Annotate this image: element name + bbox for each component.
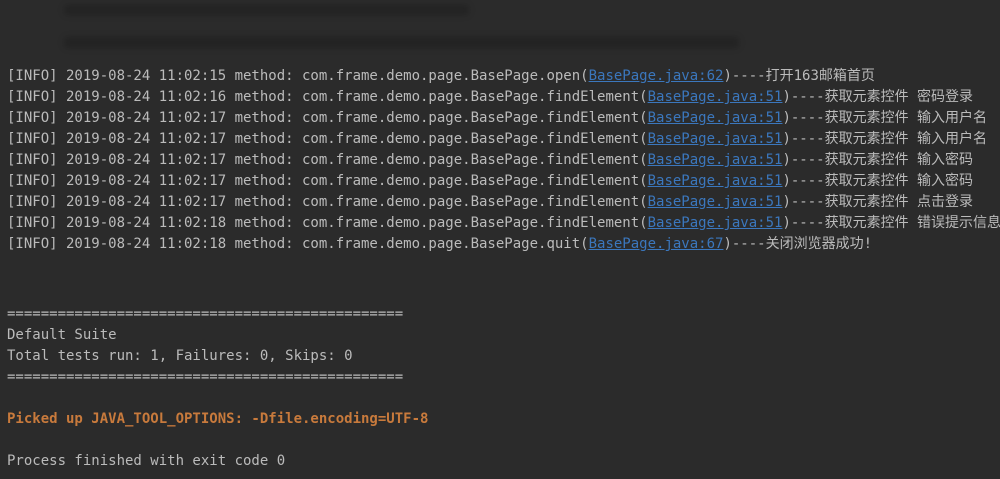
redacted-smudge [64,5,469,15]
log-text: )----获取元素控件 点击登录 [782,194,974,210]
suite-separator-bottom: ========================================… [7,369,404,385]
log-text: [INFO] 2019-08-24 11:02:17 method: com.f… [7,152,648,168]
log-text: )----打开163邮箱首页 [723,68,875,84]
source-link[interactable]: BasePage.java:62 [589,68,724,84]
suite-totals: Total tests run: 1, Failures: 0, Skips: … [7,348,353,364]
log-text: )----获取元素控件 输入用户名 [782,131,988,147]
log-line: [INFO] 2019-08-24 11:02:18 method: com.f… [7,234,1000,255]
log-line: [INFO] 2019-08-24 11:02:17 method: com.f… [7,129,1000,150]
source-link[interactable]: BasePage.java:51 [648,173,783,189]
log-line: [INFO] 2019-08-24 11:02:17 method: com.f… [7,192,1000,213]
suite-name: Default Suite [7,327,117,343]
process-exit-line: Process finished with exit code 0 [7,453,286,469]
source-link[interactable]: BasePage.java:51 [648,131,783,147]
log-text: )----获取元素控件 输入密码 [782,173,974,189]
blank-lines [7,255,1000,304]
log-text: )----获取元素控件 输入密码 [782,152,974,168]
stderr-java-tool-options: Picked up JAVA_TOOL_OPTIONS: -Dfile.enco… [7,411,429,427]
log-line: [INFO] 2019-08-24 11:02:17 method: com.f… [7,108,1000,129]
log-text: [INFO] 2019-08-24 11:02:18 method: com.f… [7,215,648,231]
log-line: [INFO] 2019-08-24 11:02:17 method: com.f… [7,150,1000,171]
log-text: [INFO] 2019-08-24 11:02:17 method: com.f… [7,110,648,126]
log-text: [INFO] 2019-08-24 11:02:16 method: com.f… [7,89,648,105]
suite-separator-top: ========================================… [7,306,404,322]
log-line: [INFO] 2019-08-24 11:02:16 method: com.f… [7,87,1000,108]
log-text: [INFO] 2019-08-24 11:02:18 method: com.f… [7,236,589,252]
source-link[interactable]: BasePage.java:67 [589,236,724,252]
log-text: [INFO] 2019-08-24 11:02:15 method: com.f… [7,68,589,84]
console-output: [INFO] 2019-08-24 11:02:15 method: com.f… [0,0,1000,479]
log-line: [INFO] 2019-08-24 11:02:15 method: com.f… [7,66,1000,87]
source-link[interactable]: BasePage.java:51 [648,194,783,210]
log-text: [INFO] 2019-08-24 11:02:17 method: com.f… [7,131,648,147]
log-text: [INFO] 2019-08-24 11:02:17 method: com.f… [7,173,648,189]
log-line: [INFO] 2019-08-24 11:02:18 method: com.f… [7,213,1000,234]
redacted-smudge [64,37,739,48]
source-link[interactable]: BasePage.java:51 [648,110,783,126]
source-link[interactable]: BasePage.java:51 [648,152,783,168]
log-text: )----获取元素控件 错误提示信息 [782,215,1000,231]
log-line: [INFO] 2019-08-24 11:02:17 method: com.f… [7,171,1000,192]
source-link[interactable]: BasePage.java:51 [648,89,783,105]
source-link[interactable]: BasePage.java:51 [648,215,783,231]
log-text: )----关闭浏览器成功! [723,236,873,252]
log-text: )----获取元素控件 密码登录 [782,89,974,105]
log-text: [INFO] 2019-08-24 11:02:17 method: com.f… [7,194,648,210]
log-text: )----获取元素控件 输入用户名 [782,110,988,126]
